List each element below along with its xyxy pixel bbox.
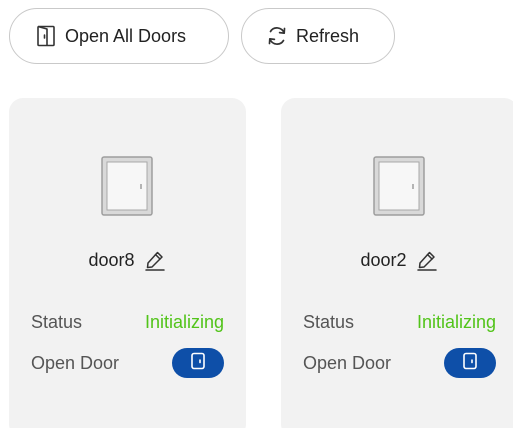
door-icon [462, 352, 478, 375]
door-icon [190, 352, 206, 375]
door-illustration-icon [373, 156, 425, 216]
refresh-button[interactable]: Refresh [241, 8, 395, 64]
door-icon [35, 25, 57, 47]
status-label: Status [303, 311, 355, 332]
door-name: door8 [88, 249, 135, 270]
toolbar: Open All Doors Refresh [9, 8, 395, 64]
open-door-row: Open Door [31, 347, 224, 379]
open-door-label: Open Door [31, 352, 120, 373]
edit-icon[interactable] [415, 248, 439, 272]
door-name-row: door2 [281, 248, 513, 272]
status-value: Initializing [416, 311, 496, 332]
status-value: Initializing [144, 311, 224, 332]
open-door-row: Open Door [303, 347, 496, 379]
open-door-button[interactable] [444, 348, 496, 378]
door-name-row: door8 [9, 248, 246, 272]
open-all-doors-label: Open All Doors [65, 25, 187, 46]
door-card: door8 Status Initializing Open Door [9, 98, 246, 428]
edit-icon[interactable] [143, 248, 167, 272]
door-illustration-icon [101, 156, 153, 216]
refresh-label: Refresh [296, 25, 360, 46]
refresh-icon [266, 25, 288, 47]
open-door-label: Open Door [303, 352, 392, 373]
door-name: door2 [360, 249, 407, 270]
open-all-doors-button[interactable]: Open All Doors [9, 8, 229, 64]
status-row: Status Initializing [31, 308, 224, 336]
open-door-button[interactable] [172, 348, 224, 378]
status-row: Status Initializing [303, 308, 496, 336]
door-control-page: Open All Doors Refresh door8 Status Init… [0, 0, 513, 428]
door-card: door2 Status Initializing Open Door [281, 98, 513, 428]
status-label: Status [31, 311, 83, 332]
